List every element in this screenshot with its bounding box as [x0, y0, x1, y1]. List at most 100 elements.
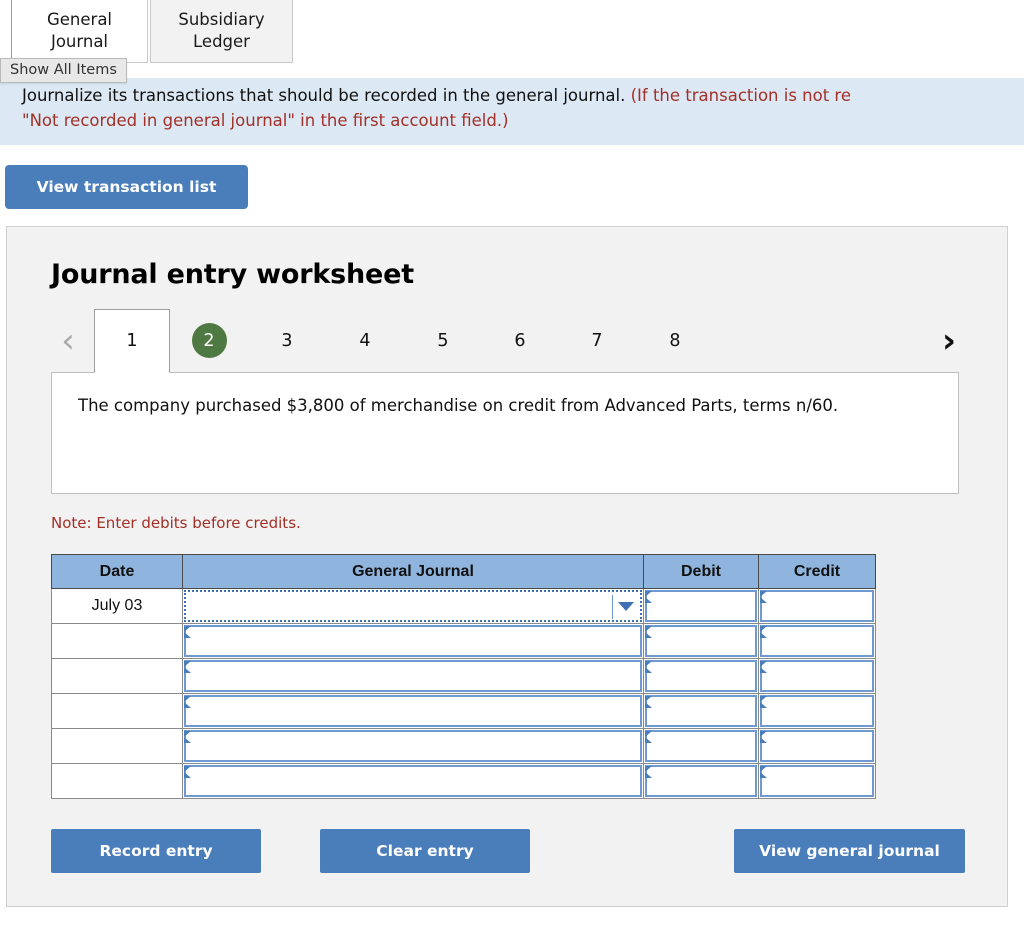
pager-item-8[interactable]: 8 — [637, 309, 713, 372]
date-cell[interactable] — [52, 659, 183, 694]
date-cell[interactable] — [52, 729, 183, 764]
credit-cell — [759, 659, 876, 694]
account-select[interactable] — [184, 695, 642, 727]
account-cell — [183, 764, 644, 799]
pager-item-5-label: 5 — [437, 331, 448, 351]
debit-cell — [644, 659, 759, 694]
date-cell[interactable] — [52, 764, 183, 799]
account-cell — [183, 694, 644, 729]
dropdown-separator — [612, 595, 613, 619]
credit-field-wrap — [759, 729, 875, 763]
debit-field-wrap — [644, 764, 758, 798]
chevron-right-icon[interactable]: › — [932, 321, 966, 361]
debit-cell — [644, 729, 759, 764]
credit-cell — [759, 764, 876, 799]
credit-cell — [759, 729, 876, 764]
pager-item-4[interactable]: 4 — [327, 309, 403, 372]
top-tabbar: General Journal Subsidiary Ledger — [0, 0, 1024, 63]
debit-input[interactable] — [645, 730, 757, 762]
debits-before-credits-note: Note: Enter debits before credits. — [51, 514, 301, 532]
credit-input[interactable] — [760, 695, 874, 727]
pager-item-5[interactable]: 5 — [405, 309, 481, 372]
instruction-banner: Journalize its transactions that should … — [0, 78, 1024, 145]
pager-item-3-label: 3 — [281, 331, 292, 351]
tab-general-journal-label: General Journal — [47, 9, 112, 54]
pager-item-6-label: 6 — [514, 331, 525, 351]
account-cell — [183, 624, 644, 659]
table-row — [52, 624, 876, 659]
tab-general-journal[interactable]: General Journal — [11, 0, 148, 63]
credit-input[interactable] — [760, 625, 874, 657]
view-general-journal-button[interactable]: View general journal — [734, 829, 965, 873]
debit-input[interactable] — [645, 660, 757, 692]
column-header-credit: Credit — [759, 555, 876, 589]
pager-item-3[interactable]: 3 — [249, 309, 325, 372]
debit-field-wrap — [644, 729, 758, 763]
instruction-text-red: (If the transaction is not re — [631, 86, 851, 105]
debit-input[interactable] — [645, 590, 757, 622]
table-header-row: Date General Journal Debit Credit — [52, 555, 876, 589]
credit-field-wrap — [759, 659, 875, 693]
account-field-wrap — [183, 659, 643, 693]
tab-subsidiary-ledger-label: Subsidiary Ledger — [178, 9, 264, 54]
instruction-line-2: "Not recorded in general journal" in the… — [22, 109, 1024, 134]
credit-field-wrap — [759, 764, 875, 798]
record-entry-button[interactable]: Record entry — [51, 829, 261, 873]
debit-field-wrap — [644, 659, 758, 693]
credit-input[interactable] — [760, 765, 874, 797]
debit-input[interactable] — [645, 625, 757, 657]
pager-item-4-label: 4 — [359, 331, 370, 351]
pager-item-6[interactable]: 6 — [482, 309, 558, 372]
account-cell — [183, 659, 644, 694]
debit-input[interactable] — [645, 765, 757, 797]
debit-cell — [644, 764, 759, 799]
credit-field-wrap — [759, 624, 875, 658]
account-cell — [183, 589, 644, 624]
pager-item-7-label: 7 — [591, 331, 602, 351]
chevron-left-icon[interactable]: ‹ — [51, 321, 85, 361]
chevron-down-icon[interactable] — [618, 602, 634, 611]
debit-input[interactable] — [645, 695, 757, 727]
credit-cell — [759, 624, 876, 659]
account-select[interactable] — [184, 765, 642, 797]
clear-entry-button[interactable]: Clear entry — [320, 829, 530, 873]
credit-input[interactable] — [760, 590, 874, 622]
pager-item-7[interactable]: 7 — [559, 309, 635, 372]
table-row: July 03 — [52, 589, 876, 624]
account-field-wrap — [183, 694, 643, 728]
journal-entry-worksheet-panel: Journal entry worksheet ‹ 1 2 3 4 5 6 7 … — [6, 226, 1008, 907]
debit-cell — [644, 589, 759, 624]
account-select[interactable] — [184, 660, 642, 692]
show-all-items-tooltip[interactable]: Show All Items — [0, 58, 127, 83]
transaction-description: The company purchased $3,800 of merchand… — [51, 372, 959, 494]
table-row — [52, 659, 876, 694]
credit-input[interactable] — [760, 730, 874, 762]
credit-input[interactable] — [760, 660, 874, 692]
account-field-wrap — [183, 589, 643, 623]
column-header-debit: Debit — [644, 555, 759, 589]
general-journal-table: Date General Journal Debit Credit July 0… — [51, 554, 876, 799]
account-select[interactable] — [184, 590, 642, 622]
credit-cell — [759, 589, 876, 624]
instruction-text-black: Journalize its transactions that should … — [22, 86, 631, 105]
worksheet-title: Journal entry worksheet — [51, 259, 414, 290]
instruction-line-1: Journalize its transactions that should … — [22, 84, 1024, 109]
debit-cell — [644, 624, 759, 659]
credit-cell — [759, 694, 876, 729]
debit-field-wrap — [644, 589, 758, 623]
date-cell[interactable]: July 03 — [52, 589, 183, 624]
tab-subsidiary-ledger[interactable]: Subsidiary Ledger — [150, 0, 293, 63]
pager-item-1[interactable]: 1 — [94, 309, 170, 373]
account-select[interactable] — [184, 625, 642, 657]
date-cell[interactable] — [52, 624, 183, 659]
pager-item-1-label: 1 — [126, 331, 137, 351]
account-select[interactable] — [184, 730, 642, 762]
account-field-wrap — [183, 729, 643, 763]
view-transaction-list-button[interactable]: View transaction list — [5, 165, 248, 209]
column-header-general-journal: General Journal — [183, 555, 644, 589]
column-header-date: Date — [52, 555, 183, 589]
date-cell[interactable] — [52, 694, 183, 729]
pager-item-2[interactable]: 2 — [171, 309, 247, 372]
worksheet-pager: ‹ 1 2 3 4 5 6 7 8 › — [7, 309, 1009, 372]
credit-field-wrap — [759, 589, 875, 623]
